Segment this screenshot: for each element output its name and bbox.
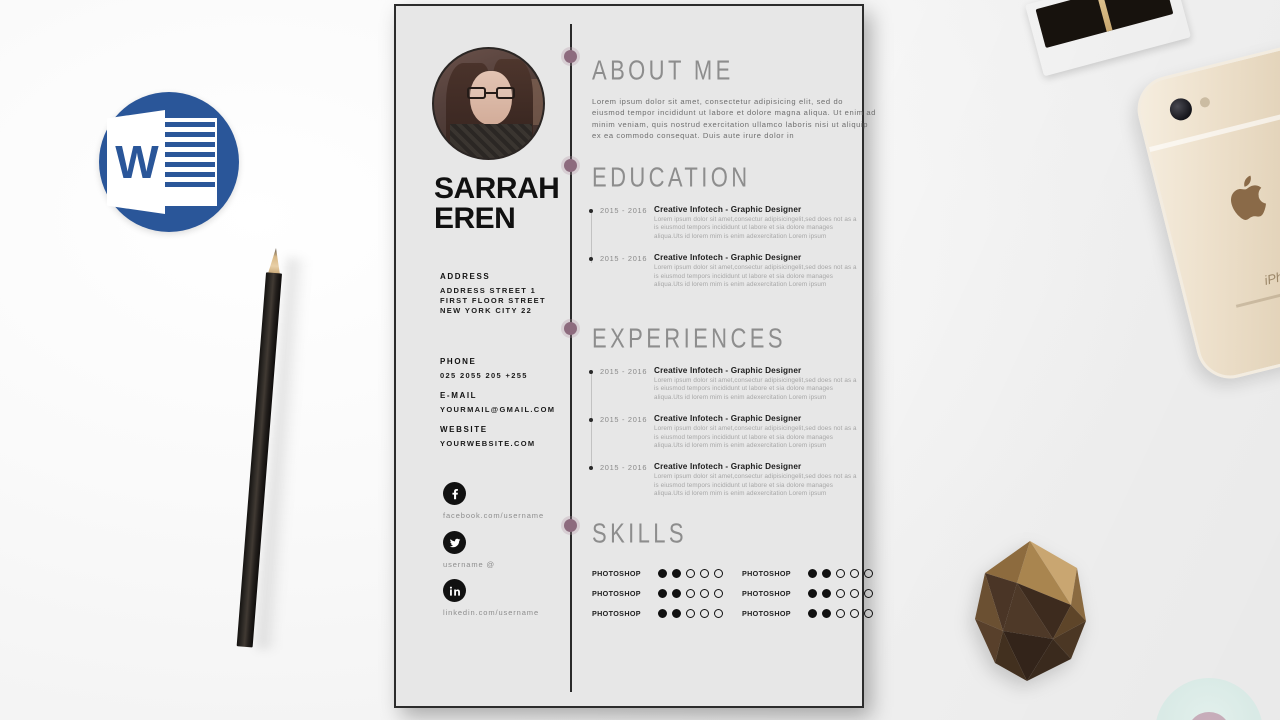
section-skills: SKILLS PHOTOSHOP PHOTOSHOP PHOTOSHOP PHO… — [592, 517, 892, 623]
skill-row: PHOTOSHOP — [592, 563, 742, 583]
timeline-dot-about — [564, 50, 577, 63]
contact-block-address: ADDRESS ADDRESS STREET 1 FIRST FLOOR STR… — [440, 272, 546, 316]
skills-column-left: PHOTOSHOP PHOTOSHOP PHOTOSHOP — [592, 563, 742, 623]
contact-block-email: E-MAIL YOURMAIL@GMAIL.COM — [440, 391, 555, 415]
timeline-divider — [570, 24, 572, 692]
skill-rating-dots — [808, 588, 873, 598]
entry-year: 2015 - 2016 — [600, 415, 648, 425]
contact-line: NEW YORK CITY 22 — [440, 306, 533, 315]
section-experiences: EXPERIENCES 2015 - 2016 Creative Infotec… — [589, 322, 862, 511]
entry-bullet — [589, 209, 593, 213]
iphone-model-text: iPhone — [1262, 263, 1280, 288]
section-heading-about: ABOUT ME — [592, 54, 734, 86]
section-heading-skills: SKILLS — [592, 517, 688, 549]
social-link-linkedin[interactable]: linkedin.com/username — [443, 579, 539, 617]
entry-role: Creative Infotech - Graphic Designer — [654, 366, 802, 375]
skill-row: PHOTOSHOP — [592, 583, 742, 603]
social-link-label[interactable]: username @ — [443, 560, 495, 569]
entry-role: Creative Infotech - Graphic Designer — [654, 462, 802, 472]
entry-description: Lorem ipsum dolor sit amet,consectur adi… — [654, 264, 857, 289]
skill-row: PHOTOSHOP — [742, 603, 892, 623]
contact-block-title: ADDRESS — [440, 272, 491, 281]
contact-line: YOURMAIL@GMAIL.COM — [440, 405, 556, 414]
entry-description: Lorem ipsum dolor sit amet,consectur adi… — [654, 425, 857, 450]
entry-year: 2015 - 2016 — [600, 254, 648, 264]
avatar — [432, 47, 545, 160]
skill-rating-dots — [808, 568, 873, 578]
entry-description: Lorem ipsum dolor sit amet,consectur adi… — [654, 377, 857, 401]
contact-line: ADDRESS STREET 1 — [440, 286, 537, 295]
entry-role: Creative Infotech - Graphic Designer — [654, 414, 802, 424]
social-link-label[interactable]: linkedin.com/username — [443, 608, 539, 617]
linkedin-icon[interactable] — [443, 579, 466, 602]
skill-label: PHOTOSHOP — [742, 608, 791, 618]
pencil-tip — [268, 248, 282, 275]
skill-label: PHOTOSHOP — [742, 588, 791, 598]
experience-entry: 2015 - 2016 Creative Infotech - Graphic … — [589, 414, 862, 450]
entry-description: Lorem ipsum dolor sit amet,consectur adi… — [654, 473, 857, 498]
apple-logo-icon — [1217, 167, 1280, 238]
watermark-inner-dot — [1187, 712, 1231, 720]
entry-bullet — [589, 370, 593, 374]
entry-role: Creative Infotech - Graphic Designer — [654, 205, 802, 214]
skill-row: PHOTOSHOP — [742, 583, 892, 603]
entry-description: Lorem ipsum dolor sit amet,consectur adi… — [654, 216, 857, 240]
education-entry: 2015 - 2016 Creative Infotech - Graphic … — [589, 253, 862, 289]
entry-role: Creative Infotech - Graphic Designer — [654, 253, 802, 263]
entry-year: 2015 - 2016 — [600, 206, 648, 215]
contact-block-website: WEBSITE YOURWEBSITE.COM — [440, 425, 536, 449]
entry-year: 2015 - 2016 — [600, 367, 648, 376]
page-title: SARRAH EREN — [434, 172, 560, 235]
word-icon-letter: W — [115, 136, 158, 188]
facebook-icon[interactable] — [443, 482, 466, 505]
education-entry: 2015 - 2016 Creative Infotech - Graphic … — [589, 205, 862, 241]
skill-label: PHOTOSHOP — [592, 608, 641, 618]
skill-label: PHOTOSHOP — [592, 568, 641, 578]
twitter-icon[interactable] — [443, 531, 466, 554]
contact-block-phone: PHONE 025 2055 205 +255 — [440, 357, 528, 381]
skill-label: PHOTOSHOP — [592, 588, 641, 598]
skill-label: PHOTOSHOP — [742, 568, 791, 578]
skill-rating-dots — [658, 588, 723, 598]
contact-line: YOURWEBSITE.COM — [440, 439, 536, 448]
section-education: EDUCATION 2015 - 2016 Creative Infotech … — [589, 161, 862, 301]
social-link-twitter[interactable]: username @ — [443, 531, 495, 569]
contact-line: 025 2055 205 +255 — [440, 371, 528, 380]
last-name: EREN — [434, 202, 516, 235]
timeline-dot-skills — [564, 519, 577, 532]
section-heading-experiences: EXPERIENCES — [592, 322, 786, 354]
skill-rating-dots — [808, 608, 873, 618]
contact-block-title: WEBSITE — [440, 425, 488, 434]
wooden-icosahedron — [955, 535, 1105, 687]
contact-block-title: PHONE — [440, 357, 477, 366]
contact-block-title: E-MAIL — [440, 391, 478, 400]
first-name: SARRAH — [434, 172, 560, 205]
social-link-facebook[interactable]: facebook.com/username — [443, 482, 544, 520]
timeline-dot-experiences — [564, 322, 577, 335]
skills-column-right: PHOTOSHOP PHOTOSHOP PHOTOSHOP — [742, 563, 892, 623]
experience-entry: 2015 - 2016 Creative Infotech - Graphic … — [589, 366, 862, 402]
social-link-label[interactable]: facebook.com/username — [443, 511, 544, 520]
section-about: ABOUT ME Lorem ipsum dolor sit amet, con… — [592, 54, 878, 142]
iphone-camera — [1167, 95, 1195, 123]
microsoft-word-icon: W — [99, 88, 239, 236]
skill-rating-dots — [658, 608, 723, 618]
skill-rating-dots — [658, 568, 723, 578]
section-heading-education: EDUCATION — [592, 161, 751, 193]
word-icon-lines — [165, 122, 215, 192]
experience-entry: 2015 - 2016 Creative Infotech - Graphic … — [589, 462, 862, 498]
skill-row: PHOTOSHOP — [742, 563, 892, 583]
glasses-icon — [467, 87, 515, 99]
entry-year: 2015 - 2016 — [600, 463, 648, 473]
iphone-flash — [1198, 96, 1211, 109]
about-body-text: Lorem ipsum dolor sit amet, consectetur … — [592, 97, 877, 141]
resume-document-page: SARRAH EREN ADDRESS ADDRESS STREET 1 FIR… — [394, 4, 875, 708]
contact-line: FIRST FLOOR STREET — [440, 296, 546, 305]
skill-row: PHOTOSHOP — [592, 603, 742, 623]
timeline-dot-education — [564, 159, 577, 172]
